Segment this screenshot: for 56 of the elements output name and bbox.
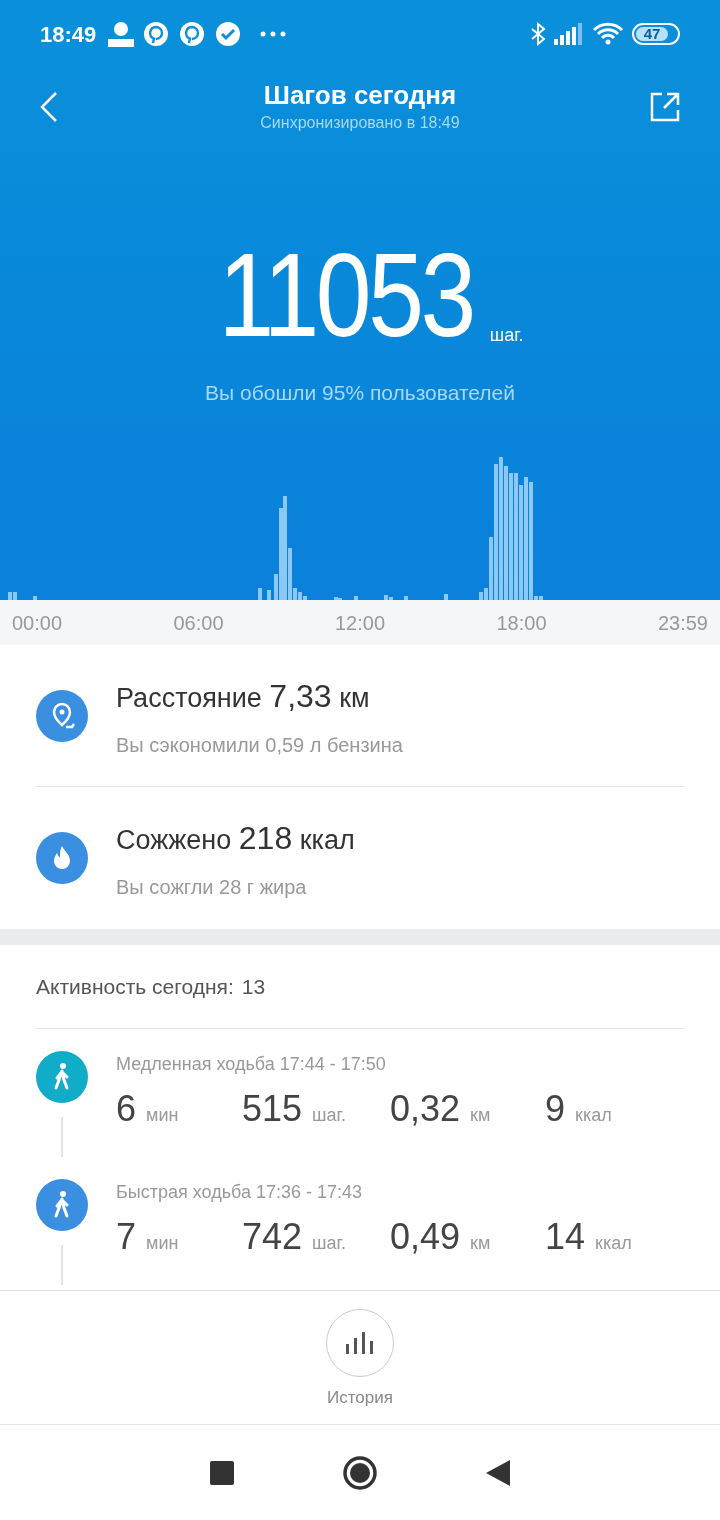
step-unit: шаг. — [489, 324, 524, 347]
stat-note: Вы сожгли 28 г жира — [116, 875, 308, 900]
sync-status: Синхронизировано в 18:49 — [260, 112, 460, 133]
time-axis-label: 06:00 — [173, 610, 224, 636]
home-button[interactable] — [342, 1454, 378, 1491]
activity-value: 7 — [116, 1215, 137, 1259]
location-pin-icon — [36, 689, 88, 742]
step-count: 11053 — [218, 245, 474, 345]
activity-title: Медленная ходьба 17:44 - 17:50 — [116, 1053, 387, 1076]
activity-count: 13 — [241, 973, 266, 1000]
share-button[interactable] — [650, 91, 680, 122]
stat-title: Сожжено 218 ккал — [116, 819, 355, 858]
status-time: 18:49 — [40, 20, 97, 49]
activity-unit: мин — [146, 1104, 179, 1127]
bluetooth-icon — [530, 22, 546, 46]
activity-unit: км — [470, 1232, 491, 1255]
activity-label: Активность сегодня: — [36, 973, 234, 1000]
bar-chart-icon — [346, 1332, 374, 1354]
wifi-icon — [592, 22, 624, 46]
activity-value: 0,49 — [390, 1215, 461, 1259]
activity-unit: км — [470, 1104, 491, 1127]
activity-unit: шаг. — [312, 1104, 346, 1127]
time-axis-label: 12:00 — [334, 610, 386, 636]
activity-value: 6 — [116, 1087, 137, 1131]
activity-value: 14 — [545, 1215, 586, 1259]
pin-circle-icon — [144, 22, 169, 46]
signal-icon — [554, 23, 582, 45]
histogram-bar — [444, 594, 448, 600]
pin-circle-icon — [180, 22, 205, 46]
person-icon — [108, 21, 135, 47]
histogram-bar — [258, 588, 262, 600]
time-axis-label: 23:59 — [657, 610, 708, 636]
activity-value: 742 — [242, 1215, 303, 1259]
battery-indicator: 47 — [632, 23, 680, 45]
time-axis-label: 18:00 — [496, 610, 547, 636]
page-title: Шагов сегодня — [263, 78, 457, 111]
time-axis-label: 00:00 — [12, 610, 63, 636]
activity-value: 9 — [545, 1087, 566, 1131]
check-circle-icon — [216, 22, 241, 46]
activity-unit: мин — [146, 1232, 179, 1255]
activity-unit: ккал — [575, 1104, 612, 1127]
activity-title: Быстрая ходьба 17:36 - 17:43 — [116, 1181, 364, 1204]
more-icon — [260, 31, 287, 37]
back-nav-button[interactable] — [486, 1459, 510, 1486]
flame-icon — [36, 832, 88, 884]
histogram-bar — [267, 590, 271, 600]
walking-person-icon — [36, 1051, 88, 1103]
activity-value: 0,32 — [390, 1087, 461, 1131]
stat-title: Расстояние 7,33 км — [116, 676, 371, 716]
stat-note: Вы сэкономили 0,59 л бензина — [116, 732, 403, 758]
ranking-note: Вы обошли 95% пользователей — [205, 380, 515, 406]
activity-value: 515 — [242, 1087, 303, 1131]
recents-button[interactable] — [210, 1460, 234, 1485]
activity-unit: ккал — [595, 1232, 632, 1255]
activity-unit: шаг. — [312, 1232, 346, 1255]
walking-person-icon — [36, 1179, 88, 1231]
